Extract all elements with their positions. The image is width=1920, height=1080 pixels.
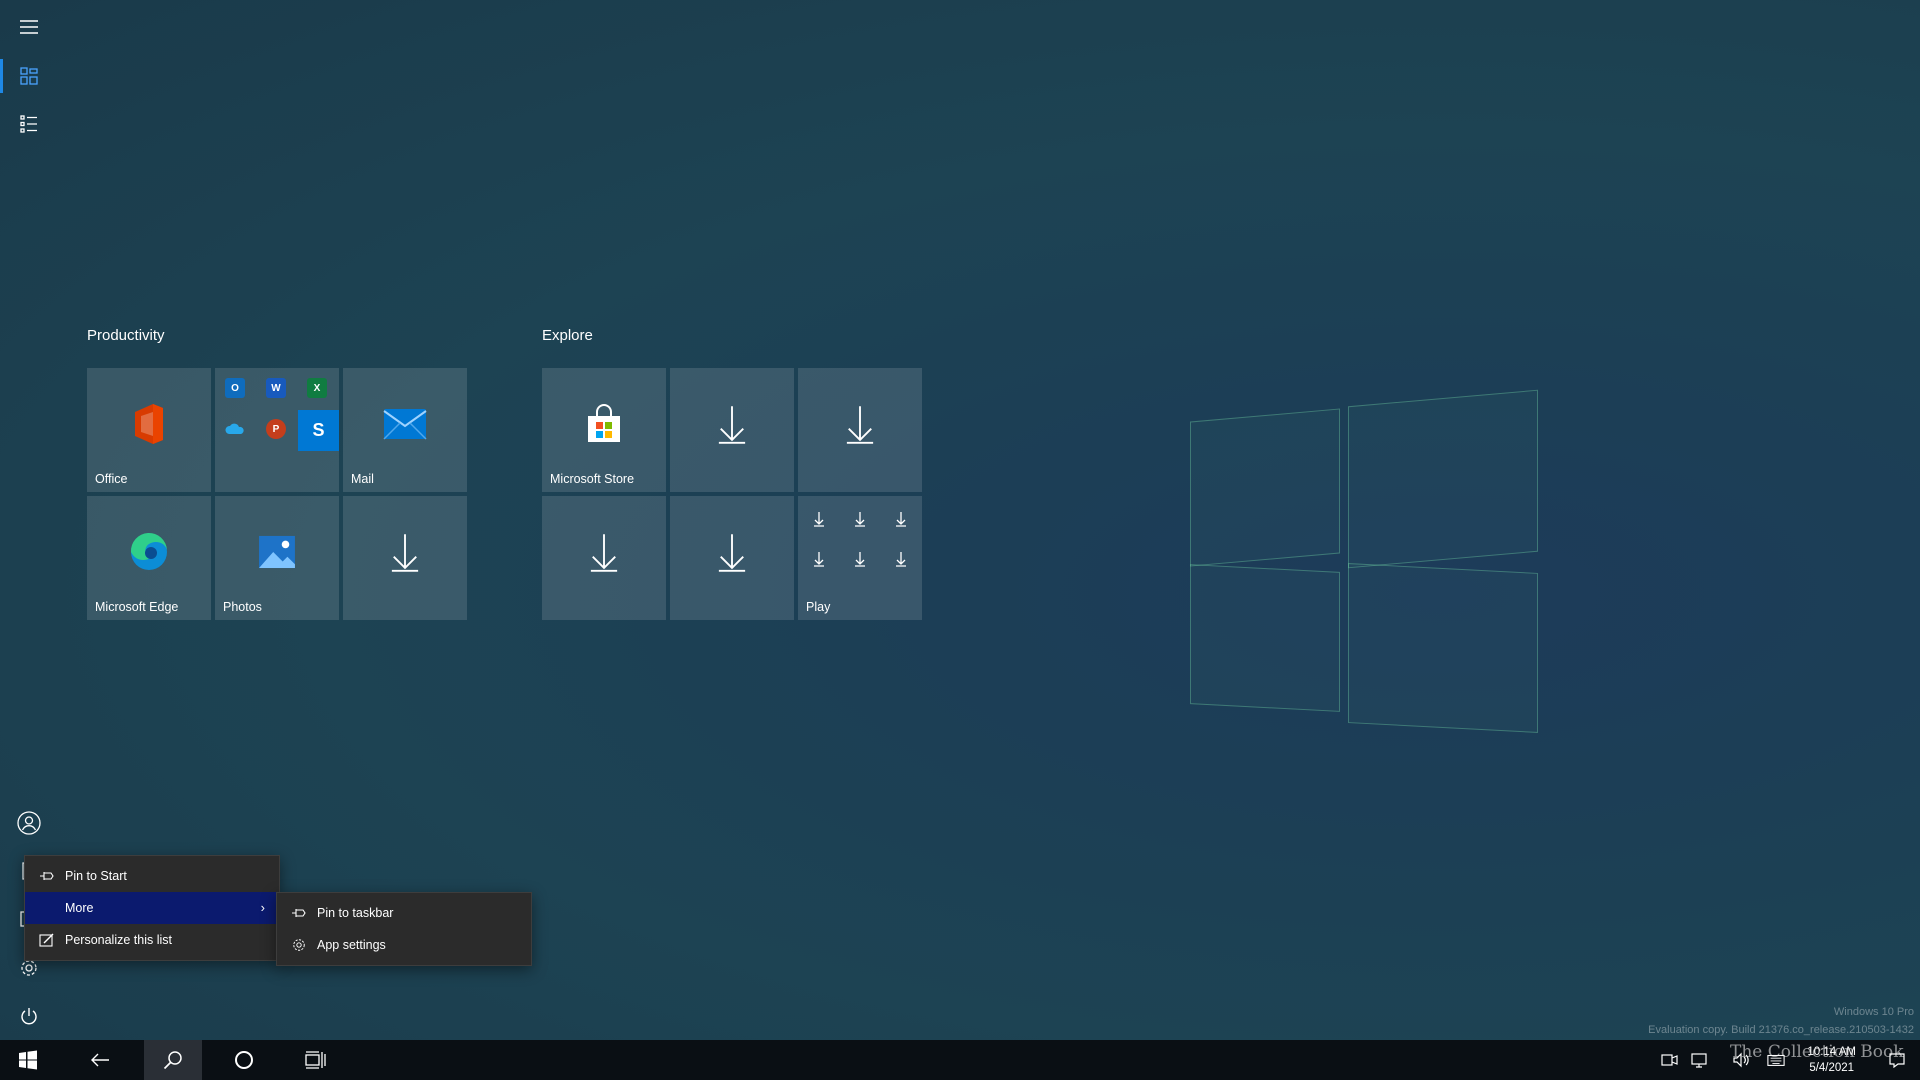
menu-item-pin-to-start[interactable]: Pin to Start (25, 860, 279, 892)
download-icon (391, 533, 419, 572)
download-icon (718, 533, 746, 572)
pin-icon (292, 909, 306, 917)
meet-now-icon[interactable] (1660, 1052, 1678, 1068)
context-menu: Pin to Start More › Personalize this lis… (24, 855, 280, 961)
tile-mail[interactable]: Mail (343, 368, 467, 492)
cortana-button[interactable] (220, 1040, 268, 1080)
watermark-build: Evaluation copy. Build 21376.co_release.… (1648, 1024, 1914, 1036)
tile-label: Mail (351, 472, 374, 486)
download-icon (590, 533, 618, 572)
tile-label: Microsoft Store (550, 472, 635, 486)
clock-date: 5/4/2021 (1809, 1062, 1855, 1074)
tile-label: Photos (223, 600, 262, 614)
store-icon (588, 403, 620, 442)
outlook-icon: O (225, 378, 245, 398)
menu-item-personalize-this-list[interactable]: Personalize this list (25, 924, 279, 956)
office-icon (135, 403, 163, 444)
menu-item-label: App settings (317, 938, 386, 952)
excel-icon: X (307, 378, 327, 398)
menu-item-label: Pin to taskbar (317, 906, 394, 920)
tile-photos[interactable]: Photos (215, 496, 339, 620)
tiles-grid-icon (20, 67, 38, 85)
power-button[interactable] (0, 993, 58, 1039)
play-folder-icon (814, 512, 906, 567)
task-view-button[interactable] (292, 1040, 340, 1080)
watermark-edition: Windows 10 Pro (1833, 1006, 1914, 1018)
list-icon (20, 115, 37, 133)
gear-icon (293, 939, 305, 951)
tile-play-folder[interactable]: Play (798, 496, 922, 620)
back-arrow-icon (91, 1053, 109, 1067)
personalize-icon (39, 933, 54, 947)
group-title-productivity[interactable]: Productivity (87, 327, 165, 344)
edge-icon (130, 532, 167, 570)
gear-icon (21, 960, 37, 976)
tile-download-placeholder[interactable] (798, 368, 922, 492)
menu-item-label: More (65, 901, 94, 915)
menu-item-label: Pin to Start (65, 869, 127, 883)
word-icon: W (266, 378, 286, 398)
menu-item-app-settings[interactable]: App settings (277, 929, 531, 961)
tile-office[interactable]: Office (87, 368, 211, 492)
taskbar: 10:14 AM 5/4/2021 (0, 1040, 1920, 1080)
back-button[interactable] (76, 1040, 124, 1080)
task-view-icon (305, 1051, 326, 1069)
power-icon (21, 1008, 37, 1025)
all-apps-list-button[interactable] (0, 101, 58, 147)
group-title-explore[interactable]: Explore (542, 327, 593, 344)
powerpoint-icon: P (266, 419, 286, 439)
chevron-right-icon: › (260, 900, 265, 915)
skype-icon: S (298, 410, 339, 451)
mail-icon (383, 408, 427, 440)
menu-item-pin-to-taskbar[interactable]: Pin to taskbar (277, 897, 531, 929)
network-icon[interactable] (1690, 1052, 1708, 1068)
tile-microsoft-store[interactable]: Microsoft Store (542, 368, 666, 492)
start-button[interactable] (4, 1040, 52, 1080)
windows-logo-wallpaper (1190, 380, 1550, 740)
tile-download-placeholder[interactable] (343, 496, 467, 620)
search-button[interactable] (144, 1040, 202, 1080)
submenu: Pin to taskbar App settings (276, 892, 532, 966)
tile-label: Office (95, 472, 128, 486)
menu-item-more[interactable]: More › (25, 892, 279, 924)
tile-label: Play (806, 600, 831, 614)
windows-start-icon (19, 1050, 37, 1070)
tile-label: Microsoft Edge (95, 600, 179, 614)
pin-icon (40, 872, 54, 880)
user-avatar-icon (17, 811, 41, 835)
download-icon (846, 405, 874, 444)
menu-item-label: Personalize this list (65, 933, 172, 947)
hamburger-icon (20, 20, 38, 34)
tile-download-placeholder[interactable] (670, 496, 794, 620)
tile-download-placeholder[interactable] (670, 368, 794, 492)
hamburger-menu-button[interactable] (0, 4, 58, 50)
onedrive-icon (225, 419, 245, 439)
photos-icon (259, 535, 295, 568)
search-icon (163, 1051, 182, 1070)
download-icon (718, 405, 746, 444)
tile-download-placeholder[interactable] (542, 496, 666, 620)
user-account-button[interactable] (0, 800, 58, 846)
cortana-icon (235, 1051, 253, 1069)
pinned-tiles-button[interactable] (0, 53, 58, 99)
tile-microsoft-edge[interactable]: Microsoft Edge (87, 496, 211, 620)
tile-office-apps-folder[interactable]: O W X P S (215, 368, 339, 492)
watermark-brand: The Collection Book (1730, 1042, 1904, 1062)
